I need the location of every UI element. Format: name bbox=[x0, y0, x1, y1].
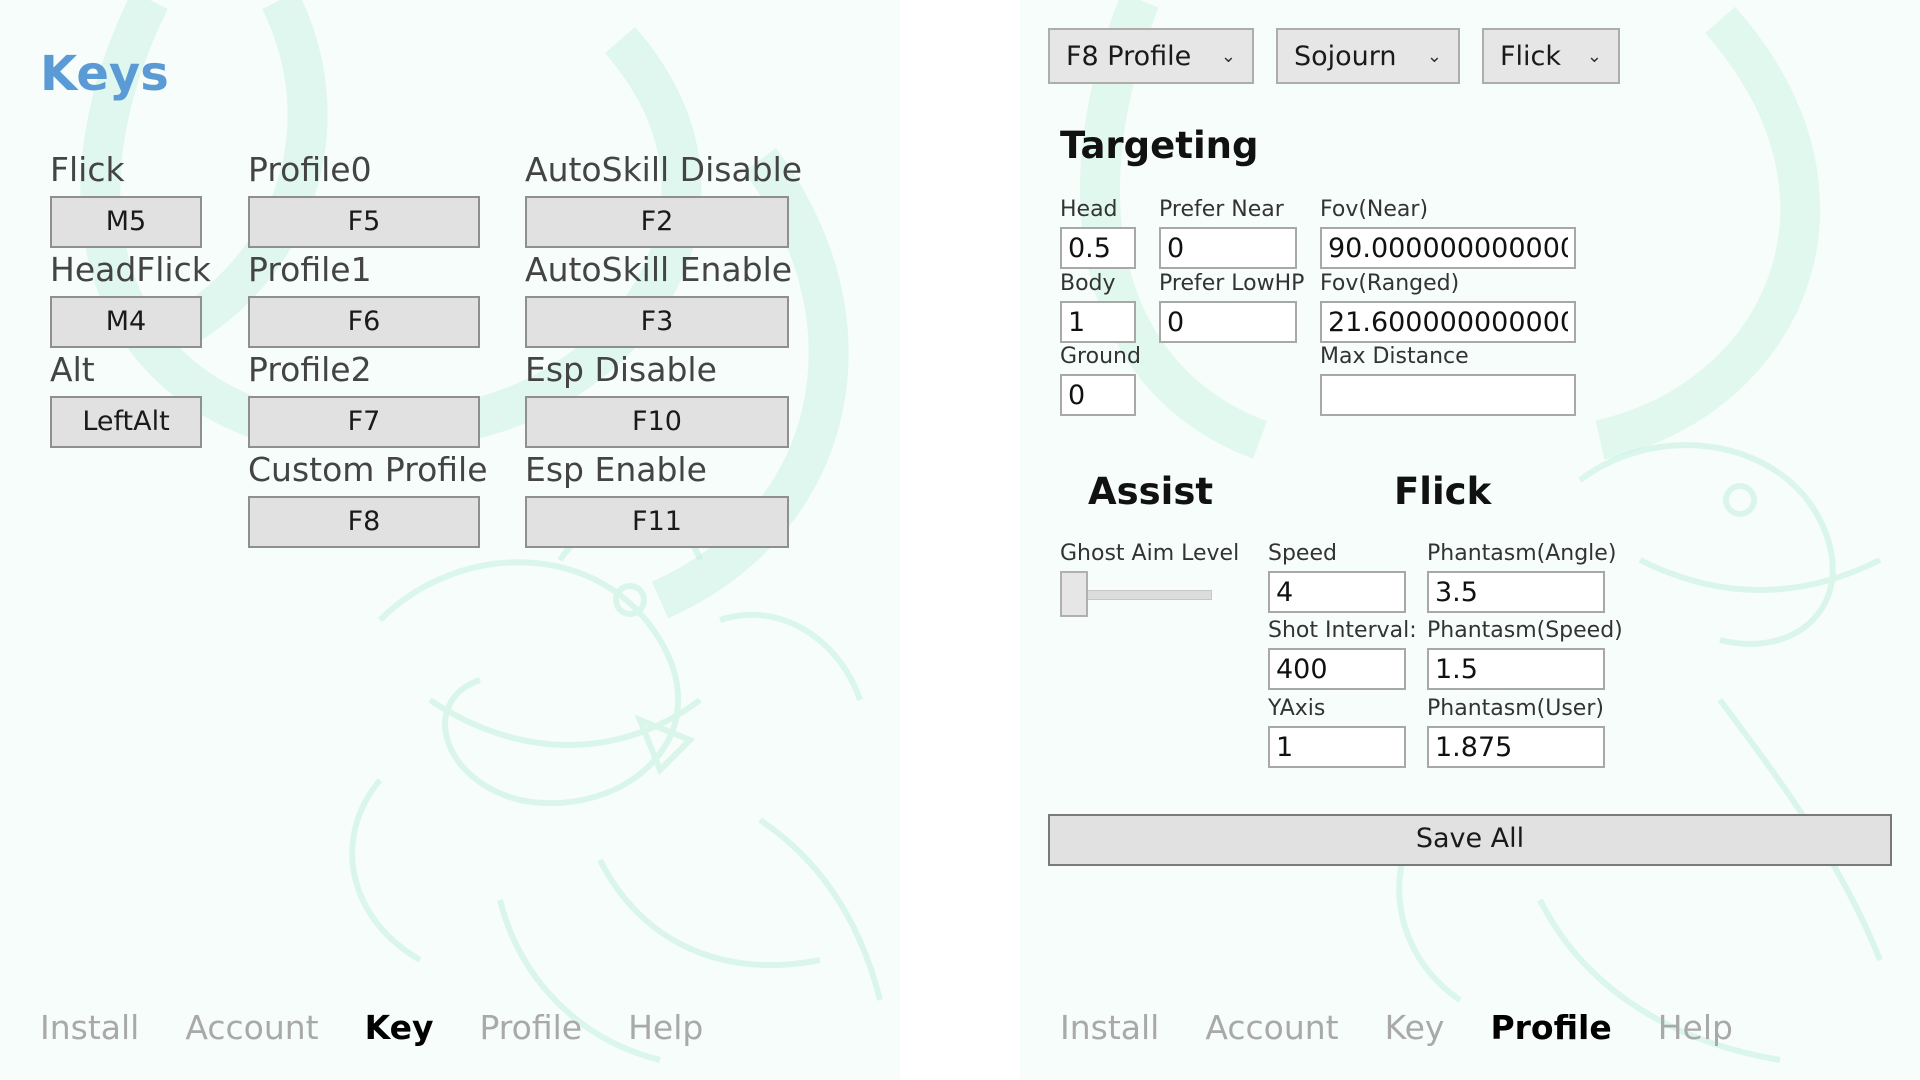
chevron-down-icon: ⌄ bbox=[1426, 45, 1442, 67]
alt-key-button[interactable]: LeftAlt bbox=[50, 396, 202, 448]
nav-key[interactable]: Key bbox=[365, 1008, 434, 1047]
custom-profile-key-button[interactable]: F8 bbox=[248, 496, 480, 548]
mode-select-dropdown[interactable]: Flick ⌄ bbox=[1482, 28, 1620, 84]
max-distance-input[interactable] bbox=[1320, 374, 1576, 416]
phantasm-user-label: Phantasm(User) bbox=[1427, 696, 1604, 721]
assist-title: Assist bbox=[1088, 470, 1214, 513]
nav-key[interactable]: Key bbox=[1385, 1008, 1445, 1047]
phantasm-angle-label: Phantasm(Angle) bbox=[1427, 541, 1617, 566]
phantasm-speed-label: Phantasm(Speed) bbox=[1427, 618, 1623, 643]
ghost-aim-label: Ghost Aim Level bbox=[1060, 541, 1240, 566]
autoskill-enable-key-button[interactable]: F3 bbox=[525, 296, 789, 348]
profile2-key-label: Profile2 bbox=[248, 350, 372, 389]
autoskill-disable-key-button[interactable]: F2 bbox=[525, 196, 789, 248]
prefer-lowhp-label: Prefer LowHP bbox=[1159, 271, 1305, 296]
nav-help[interactable]: Help bbox=[1658, 1008, 1733, 1047]
speed-label: Speed bbox=[1268, 541, 1337, 566]
ghost-aim-slider-thumb[interactable] bbox=[1060, 571, 1088, 617]
max-distance-label: Max Distance bbox=[1320, 344, 1469, 369]
esp-enable-key-button[interactable]: F11 bbox=[525, 496, 789, 548]
mode-select-value: Flick bbox=[1500, 40, 1562, 72]
headflick-key-button[interactable]: M4 bbox=[50, 296, 202, 348]
esp-disable-key-button[interactable]: F10 bbox=[525, 396, 789, 448]
bottom-nav-profile: Install Account Key Profile Help bbox=[1060, 1008, 1779, 1047]
nav-install[interactable]: Install bbox=[1060, 1008, 1159, 1047]
nav-install[interactable]: Install bbox=[40, 1008, 139, 1047]
keys-title: Keys bbox=[40, 46, 169, 102]
nav-profile[interactable]: Profile bbox=[479, 1008, 582, 1047]
targeting-title: Targeting bbox=[1060, 124, 1259, 167]
profile0-key-button[interactable]: F5 bbox=[248, 196, 480, 248]
phantasm-speed-input[interactable] bbox=[1427, 648, 1605, 690]
nav-help[interactable]: Help bbox=[628, 1008, 703, 1047]
shot-interval-label: Shot Interval: bbox=[1268, 618, 1417, 643]
chevron-down-icon: ⌄ bbox=[1220, 45, 1236, 67]
prefer-near-label: Prefer Near bbox=[1159, 197, 1284, 222]
fov-near-label: Fov(Near) bbox=[1320, 197, 1429, 222]
head-label: Head bbox=[1060, 197, 1118, 222]
nav-account[interactable]: Account bbox=[1205, 1008, 1338, 1047]
yaxis-label: YAxis bbox=[1268, 696, 1326, 721]
ghost-aim-slider[interactable] bbox=[1060, 571, 1212, 619]
ground-label: Ground bbox=[1060, 344, 1141, 369]
profile2-key-button[interactable]: F7 bbox=[248, 396, 480, 448]
head-input[interactable] bbox=[1060, 227, 1136, 269]
hero-select-value: Sojourn bbox=[1294, 40, 1397, 72]
nav-account[interactable]: Account bbox=[185, 1008, 318, 1047]
bottom-nav-keys: Install Account Key Profile Help bbox=[40, 1008, 749, 1047]
autoskill-enable-key-label: AutoSkill Enable bbox=[525, 250, 793, 289]
esp-enable-key-label: Esp Enable bbox=[525, 450, 707, 489]
ground-input[interactable] bbox=[1060, 374, 1136, 416]
flick-key-button[interactable]: M5 bbox=[50, 196, 202, 248]
fov-ranged-input[interactable] bbox=[1320, 301, 1576, 343]
phantasm-user-input[interactable] bbox=[1427, 726, 1605, 768]
keys-panel: Keys Flick M5 HeadFlick M4 Alt LeftAlt Profile… bbox=[0, 0, 900, 1080]
speed-input[interactable] bbox=[1268, 571, 1406, 613]
autoskill-disable-key-label: AutoSkill Disable bbox=[525, 150, 803, 189]
profile-select-value: F8 Profile bbox=[1066, 40, 1192, 72]
profile-select-dropdown[interactable]: F8 Profile ⌄ bbox=[1048, 28, 1254, 84]
body-input[interactable] bbox=[1060, 301, 1136, 343]
alt-key-label: Alt bbox=[50, 350, 95, 389]
flick-title: Flick bbox=[1394, 470, 1492, 513]
hero-select-dropdown[interactable]: Sojourn ⌄ bbox=[1276, 28, 1460, 84]
profile1-key-label: Profile1 bbox=[248, 250, 372, 289]
chevron-down-icon: ⌄ bbox=[1586, 45, 1602, 67]
nav-profile[interactable]: Profile bbox=[1490, 1008, 1611, 1047]
phantasm-angle-input[interactable] bbox=[1427, 571, 1605, 613]
prefer-lowhp-input[interactable] bbox=[1159, 301, 1297, 343]
yaxis-input[interactable] bbox=[1268, 726, 1406, 768]
headflick-key-label: HeadFlick bbox=[50, 250, 211, 289]
custom-profile-key-label: Custom Profile bbox=[248, 450, 488, 489]
shot-interval-input[interactable] bbox=[1268, 648, 1406, 690]
profile1-key-button[interactable]: F6 bbox=[248, 296, 480, 348]
profile0-key-label: Profile0 bbox=[248, 150, 372, 189]
fov-ranged-label: Fov(Ranged) bbox=[1320, 271, 1460, 296]
prefer-near-input[interactable] bbox=[1159, 227, 1297, 269]
fov-near-input[interactable] bbox=[1320, 227, 1576, 269]
esp-disable-key-label: Esp Disable bbox=[525, 350, 717, 389]
profile-panel: F8 Profile ⌄ Sojourn ⌄ Flick ⌄ Targeting… bbox=[1020, 0, 1920, 1080]
save-all-button[interactable]: Save All bbox=[1048, 814, 1892, 866]
flick-key-label: Flick bbox=[50, 150, 125, 189]
body-label: Body bbox=[1060, 271, 1116, 296]
